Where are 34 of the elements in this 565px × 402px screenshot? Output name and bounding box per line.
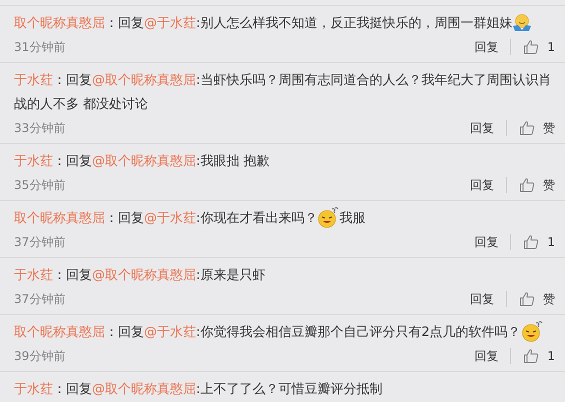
comment-time: 39分钟前	[14, 348, 66, 365]
comment-time: 37分钟前	[14, 234, 66, 251]
like-button[interactable]: 赞	[519, 290, 555, 308]
like-button[interactable]: 1	[523, 233, 555, 251]
like-button[interactable]: 1	[523, 347, 555, 365]
comment-time: 33分钟前	[14, 120, 66, 137]
reply-button[interactable]: 回复	[474, 39, 512, 55]
comment-text: 取个昵称真憨屈：回复@于水荭:你觉得我会相信豆瓣那个自己评分只有2点几的软件吗？	[14, 321, 555, 345]
thumbs-up-icon	[523, 348, 540, 364]
like-button[interactable]: 赞	[519, 176, 555, 194]
comment-text: 于水荭：回复@取个昵称真憨屈:我眼拙 抱歉	[14, 153, 271, 171]
like-button[interactable]: 赞	[519, 119, 555, 137]
thumbs-up-icon	[519, 291, 535, 307]
thumbs-up-icon	[523, 234, 540, 250]
emoji-icon	[512, 13, 532, 34]
comment-time: 37分钟前	[14, 291, 66, 308]
emoji-icon	[520, 321, 543, 344]
like-button[interactable]: 1	[523, 38, 555, 56]
comment-text: 于水荭：回复@取个昵称真憨屈:上不了了么？可惜豆瓣评分抵制	[14, 381, 384, 399]
reply-button[interactable]: 回复	[470, 291, 507, 307]
comment-text: 取个昵称真憨屈：回复@于水荭:你现在才看出来吗？ 我服	[14, 207, 555, 231]
comment-text: 取个昵称真憨屈：回复@于水荭:别人怎么样我不知道，反正我挺快乐的，周围一群姐妹	[14, 12, 555, 36]
reply-button[interactable]: 回复	[470, 177, 507, 193]
thumbs-up-icon	[519, 120, 535, 136]
reply-button[interactable]: 回复	[470, 120, 507, 136]
emoji-icon	[317, 207, 340, 230]
thumbs-up-icon	[523, 39, 540, 55]
reply-button[interactable]: 回复	[474, 234, 512, 250]
comment-text: 于水荭：回复@取个昵称真憨屈:当虾快乐吗？周围有志同道合的人么？我年纪大了周围认识肖战的人不多 都没处讨论	[14, 72, 552, 114]
comment-text: 于水荭：回复@取个昵称真憨屈:原来是只虾	[14, 267, 266, 285]
comment-time: 31分钟前	[14, 39, 66, 56]
thumbs-up-icon	[519, 177, 535, 193]
comment-time: 35分钟前	[14, 177, 66, 194]
reply-button[interactable]: 回复	[474, 348, 512, 364]
